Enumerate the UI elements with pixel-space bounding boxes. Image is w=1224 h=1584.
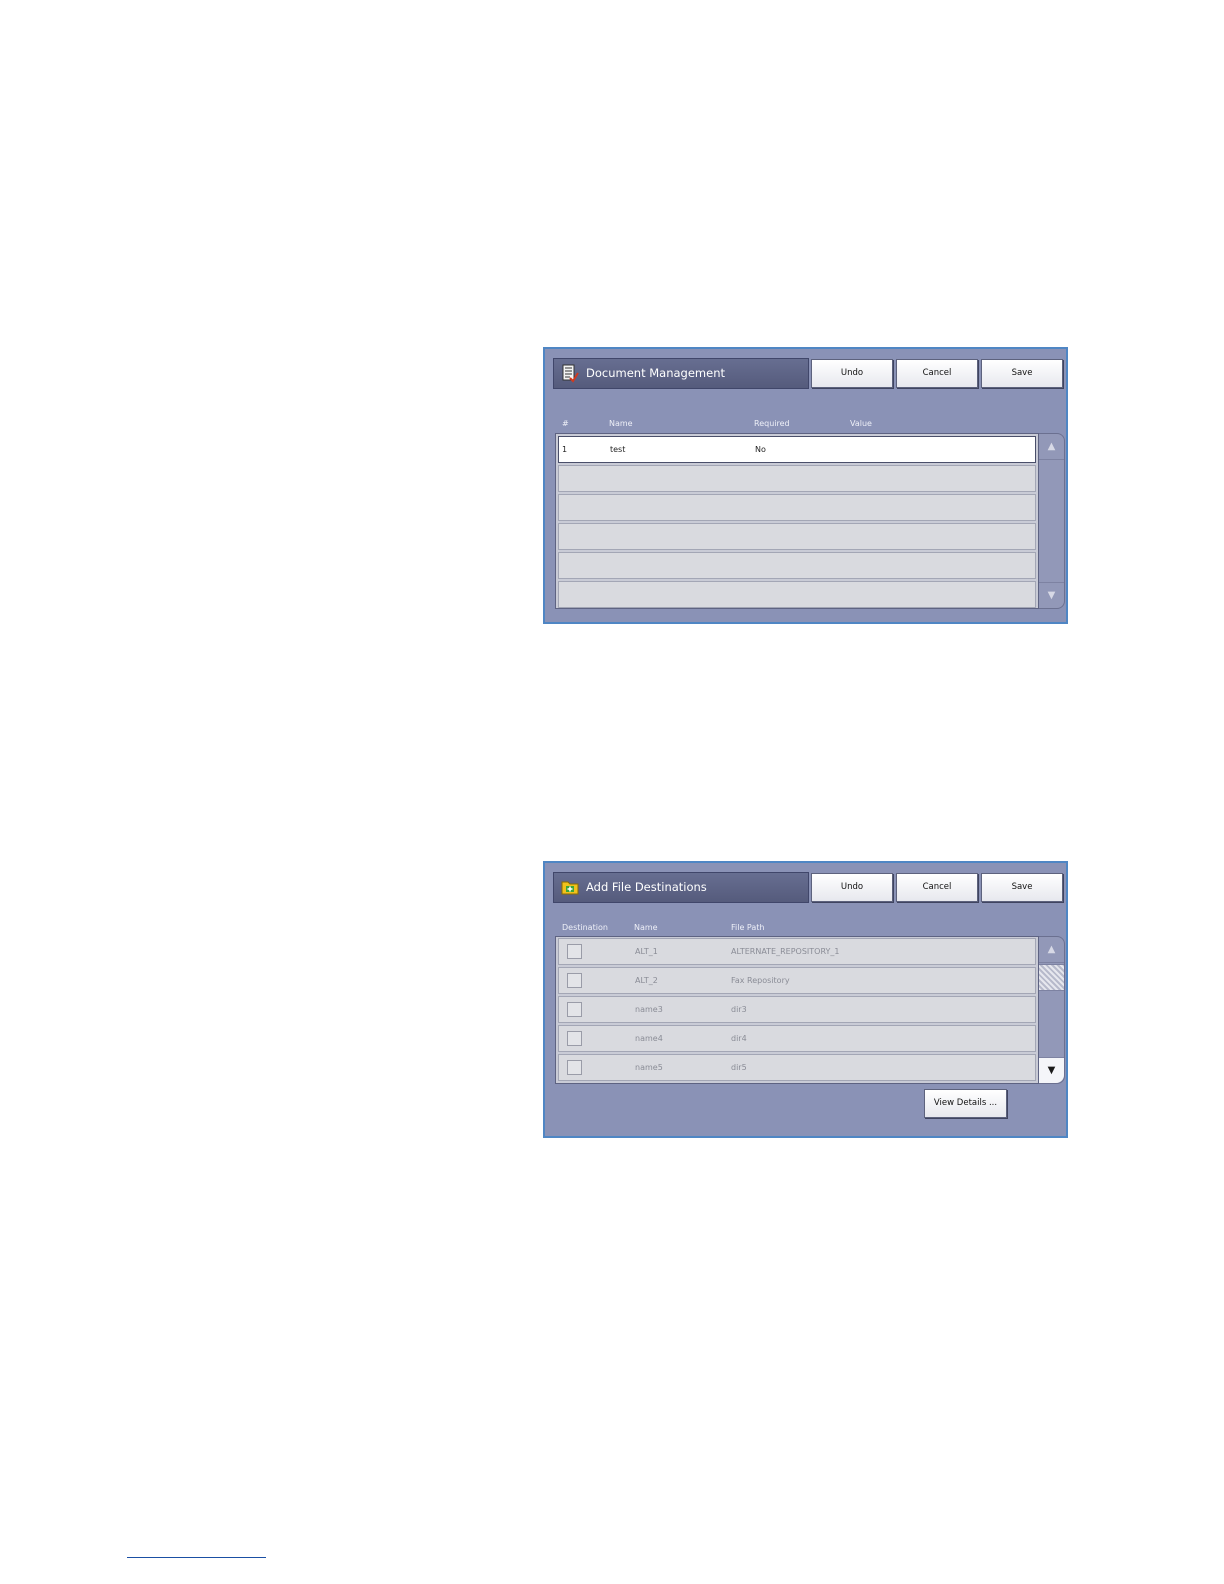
footer-rule <box>127 1557 266 1558</box>
cancel-button[interactable]: Cancel <box>896 359 978 388</box>
column-header-file-path: File Path <box>731 923 765 932</box>
view-details-button[interactable]: View Details ... <box>924 1089 1007 1118</box>
row-name: test <box>610 445 626 454</box>
table-row-empty[interactable] <box>558 552 1036 579</box>
row-required: No <box>755 445 766 454</box>
scroll-up-button[interactable]: ▲ <box>1039 937 1064 963</box>
panel-title: Document Management <box>586 366 725 380</box>
column-header-destination: Destination <box>562 923 608 932</box>
vertical-scrollbar[interactable]: ▲ ▼ <box>1039 936 1065 1084</box>
document-management-titlebar: Document Management <box>553 358 809 389</box>
save-button[interactable]: Save <box>981 873 1063 902</box>
triangle-up-icon: ▲ <box>1047 441 1056 452</box>
triangle-up-icon: ▲ <box>1047 944 1056 955</box>
table-row-empty[interactable] <box>558 581 1036 608</box>
destination-checkbox[interactable] <box>567 973 582 988</box>
save-button[interactable]: Save <box>981 359 1063 388</box>
table-row[interactable]: name4 dir4 <box>558 1025 1036 1052</box>
document-checklist-icon <box>562 364 579 383</box>
row-name: name4 <box>635 1034 663 1043</box>
row-file-path: ALTERNATE_REPOSITORY_1 <box>731 947 840 956</box>
table-row-empty[interactable] <box>558 465 1036 492</box>
destination-checkbox[interactable] <box>567 1002 582 1017</box>
document-management-panel: Document Management Undo Cancel Save # N… <box>543 347 1068 624</box>
destination-checkbox[interactable] <box>567 1031 582 1046</box>
add-file-destinations-panel: Add File Destinations Undo Cancel Save D… <box>543 861 1068 1138</box>
table-row[interactable]: ALT_1 ALTERNATE_REPOSITORY_1 <box>558 938 1036 965</box>
scroll-down-button[interactable]: ▼ <box>1039 1057 1064 1083</box>
column-header-number: # <box>562 419 569 428</box>
table-row[interactable]: ALT_2 Fax Repository <box>558 967 1036 994</box>
table-row-empty[interactable] <box>558 494 1036 521</box>
column-header-value: Value <box>850 419 872 428</box>
row-file-path: Fax Repository <box>731 976 790 985</box>
row-file-path: dir4 <box>731 1034 747 1043</box>
destination-checkbox[interactable] <box>567 1060 582 1075</box>
undo-button[interactable]: Undo <box>811 359 893 388</box>
document-fields-table: 1 test No <box>555 433 1039 609</box>
folder-add-icon <box>561 881 579 895</box>
row-number: 1 <box>562 445 568 454</box>
add-file-destinations-titlebar: Add File Destinations <box>553 872 809 903</box>
row-name: name3 <box>635 1005 663 1014</box>
table-row[interactable]: name5 dir5 <box>558 1054 1036 1081</box>
column-header-name: Name <box>634 923 658 932</box>
row-name: name5 <box>635 1063 663 1072</box>
file-destinations-table: ALT_1 ALTERNATE_REPOSITORY_1 ALT_2 Fax R… <box>555 936 1039 1084</box>
row-file-path: dir3 <box>731 1005 747 1014</box>
scroll-down-button[interactable]: ▼ <box>1039 582 1064 608</box>
panel-title: Add File Destinations <box>586 880 707 894</box>
table-row[interactable]: name3 dir3 <box>558 996 1036 1023</box>
scroll-up-button[interactable]: ▲ <box>1039 434 1064 460</box>
undo-button[interactable]: Undo <box>811 873 893 902</box>
table-row-empty[interactable] <box>558 523 1036 550</box>
cancel-button[interactable]: Cancel <box>896 873 978 902</box>
row-name: ALT_1 <box>635 947 658 956</box>
table-row[interactable]: 1 test No <box>558 436 1036 463</box>
triangle-down-icon: ▼ <box>1047 590 1056 601</box>
scroll-thumb[interactable] <box>1039 964 1064 991</box>
vertical-scrollbar[interactable]: ▲ ▼ <box>1039 433 1065 609</box>
column-header-required: Required <box>754 419 790 428</box>
column-header-name: Name <box>609 419 633 428</box>
row-name: ALT_2 <box>635 976 658 985</box>
triangle-down-icon: ▼ <box>1047 1065 1056 1076</box>
destination-checkbox[interactable] <box>567 944 582 959</box>
row-file-path: dir5 <box>731 1063 747 1072</box>
